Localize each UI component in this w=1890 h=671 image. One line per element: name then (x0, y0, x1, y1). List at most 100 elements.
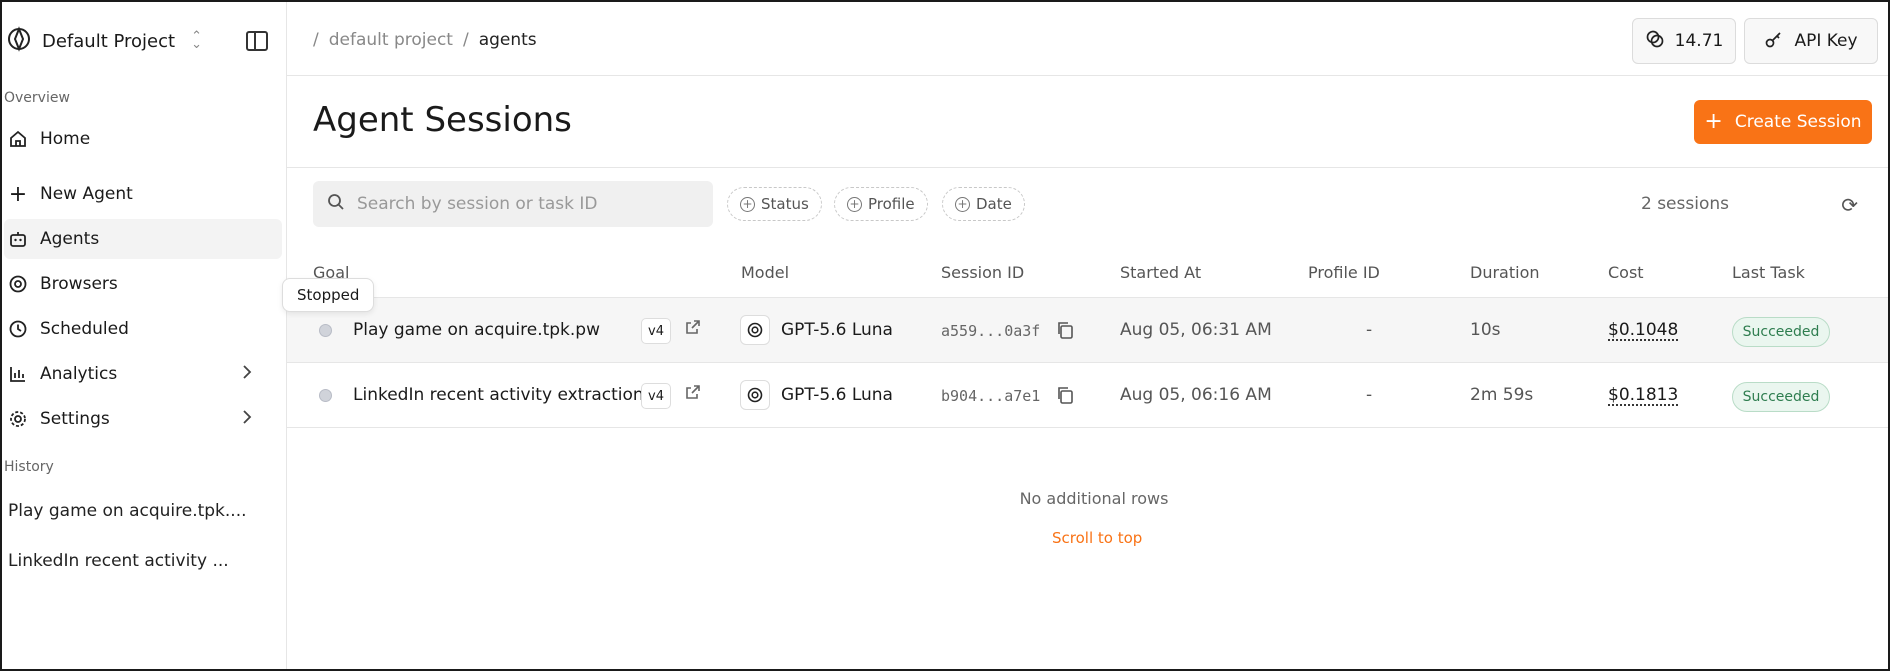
breadcrumb-separator: / (313, 30, 319, 50)
filter-chip-profile[interactable]: + Profile (834, 187, 928, 221)
plus-icon: + (1704, 109, 1723, 134)
sidebar-item-label: Analytics (40, 364, 118, 384)
plus-circle-icon: + (740, 196, 755, 212)
session-count: 2 sessions (1640, 194, 1729, 214)
history-item[interactable]: LinkedIn recent activity ... (8, 551, 229, 571)
robot-icon (8, 229, 28, 249)
clock-icon (8, 319, 28, 339)
section-history: History (4, 459, 54, 475)
external-link-icon[interactable] (685, 319, 701, 339)
sidebar-item-label: Browsers (40, 274, 118, 294)
top-bar: / default project / agents 14.71 API Key (287, 2, 1888, 76)
column-header-session-id: Session ID (941, 263, 1025, 282)
sidebar-item-settings[interactable]: Settings (4, 399, 282, 439)
sidebar-item-agents[interactable]: Agents (4, 219, 282, 259)
openai-icon (740, 380, 770, 410)
credits-value: 14.71 (1674, 31, 1724, 51)
sidebar-item-analytics[interactable]: Analytics (4, 354, 282, 394)
copy-icon[interactable] (1055, 320, 1075, 344)
sidebar: Default Project ⌃ ⌄ Overview Home + New A… (2, 2, 287, 669)
table-row[interactable]: Play game on acquire.tpk.pw v4 GPT-5.6 L… (287, 297, 1888, 362)
section-overview: Overview (4, 90, 70, 106)
model-name: GPT-5.6 Luna (781, 320, 893, 340)
sidebar-item-browsers[interactable]: Browsers (4, 264, 282, 304)
table-row[interactable]: LinkedIn recent activity extraction v4 G… (287, 362, 1888, 427)
divider (287, 427, 1888, 428)
copy-icon[interactable] (1055, 385, 1075, 409)
breadcrumb-separator: / (462, 30, 469, 50)
divider (287, 167, 1888, 168)
search-box[interactable] (313, 181, 713, 227)
gear-icon (8, 409, 28, 429)
breadcrumb-current: agents (478, 30, 537, 50)
create-session-label: Create Session (1734, 112, 1862, 132)
create-session-button[interactable]: + Create Session (1694, 100, 1872, 144)
started-at: Aug 05, 06:16 AM (1120, 385, 1272, 405)
no-additional-rows: No additional rows (1019, 489, 1169, 508)
scroll-to-top-link[interactable]: Scroll to top (1052, 529, 1142, 547)
filter-chip-label: Profile (868, 195, 915, 213)
status-badge: Succeeded (1732, 317, 1830, 347)
search-input[interactable] (357, 194, 697, 214)
goal-text[interactable]: Play game on acquire.tpk.pw (353, 320, 600, 340)
breadcrumb: / default project / agents (313, 30, 537, 50)
chrome-icon (8, 274, 28, 294)
column-header-duration: Duration (1470, 263, 1540, 282)
chevron-updown-icon: ⌃ ⌄ (191, 29, 202, 52)
bar-chart-icon (8, 364, 28, 384)
openai-icon (740, 315, 770, 345)
session-id: a559...0a3f (941, 322, 1041, 340)
project-switcher[interactable]: Default Project ⌃ ⌄ (6, 24, 202, 58)
refresh-icon[interactable]: ⟳ (1841, 193, 1858, 217)
model-name: GPT-5.6 Luna (781, 385, 893, 405)
sidebar-item-label: New Agent (40, 184, 133, 204)
session-id: b904...a7e1 (941, 387, 1041, 405)
chevron-right-icon (242, 409, 252, 430)
search-icon (327, 193, 345, 215)
goal-text[interactable]: LinkedIn recent activity extraction (353, 385, 644, 405)
sidebar-item-scheduled[interactable]: Scheduled (4, 309, 282, 349)
filter-chip-label: Status (761, 195, 809, 213)
version-badge: v4 (641, 383, 671, 409)
duration: 2m 59s (1470, 385, 1534, 405)
started-at: Aug 05, 06:31 AM (1120, 320, 1272, 340)
credits-button[interactable]: 14.71 (1632, 18, 1736, 64)
chevron-right-icon (242, 364, 252, 385)
profile-id: - (1366, 385, 1373, 405)
plus-circle-icon: + (847, 196, 862, 212)
external-link-icon[interactable] (685, 384, 701, 404)
cost[interactable]: $0.1813 (1608, 385, 1678, 405)
status-tooltip: Stopped (282, 278, 375, 312)
plus-icon: + (8, 181, 28, 207)
profile-id: - (1366, 320, 1373, 340)
status-dot[interactable] (319, 389, 332, 402)
page-title: Agent Sessions (313, 100, 572, 140)
column-header-profile-id: Profile ID (1308, 263, 1380, 282)
column-header-model: Model (741, 263, 790, 282)
key-icon (1764, 29, 1784, 54)
logo-icon (6, 26, 32, 56)
plus-circle-icon: + (955, 196, 970, 212)
sidebar-item-new-agent[interactable]: + New Agent (4, 174, 282, 214)
app-window: Default Project ⌃ ⌄ Overview Home + New A… (0, 0, 1890, 671)
filter-chip-status[interactable]: + Status (727, 187, 822, 221)
column-header-cost: Cost (1608, 263, 1644, 282)
sidebar-item-home[interactable]: Home (4, 119, 282, 159)
cost[interactable]: $0.1048 (1608, 320, 1678, 340)
column-header-started-at: Started At (1120, 263, 1202, 282)
sidebar-item-label: Settings (40, 409, 110, 429)
breadcrumb-project[interactable]: default project (329, 30, 453, 50)
sidebar-toggle-icon[interactable] (246, 31, 268, 51)
column-header-last-task: Last Task (1732, 263, 1805, 282)
project-name: Default Project (42, 30, 176, 52)
api-key-label: API Key (1794, 31, 1858, 51)
sidebar-item-label: Scheduled (40, 319, 129, 339)
filter-chip-date[interactable]: + Date (942, 187, 1025, 221)
filter-chip-label: Date (976, 195, 1012, 213)
sidebar-item-label: Agents (40, 229, 100, 249)
duration: 10s (1470, 320, 1501, 340)
status-dot[interactable] (319, 324, 332, 337)
sidebar-item-label: Home (40, 129, 91, 149)
coins-icon (1645, 29, 1665, 54)
api-key-button[interactable]: API Key (1744, 18, 1878, 64)
